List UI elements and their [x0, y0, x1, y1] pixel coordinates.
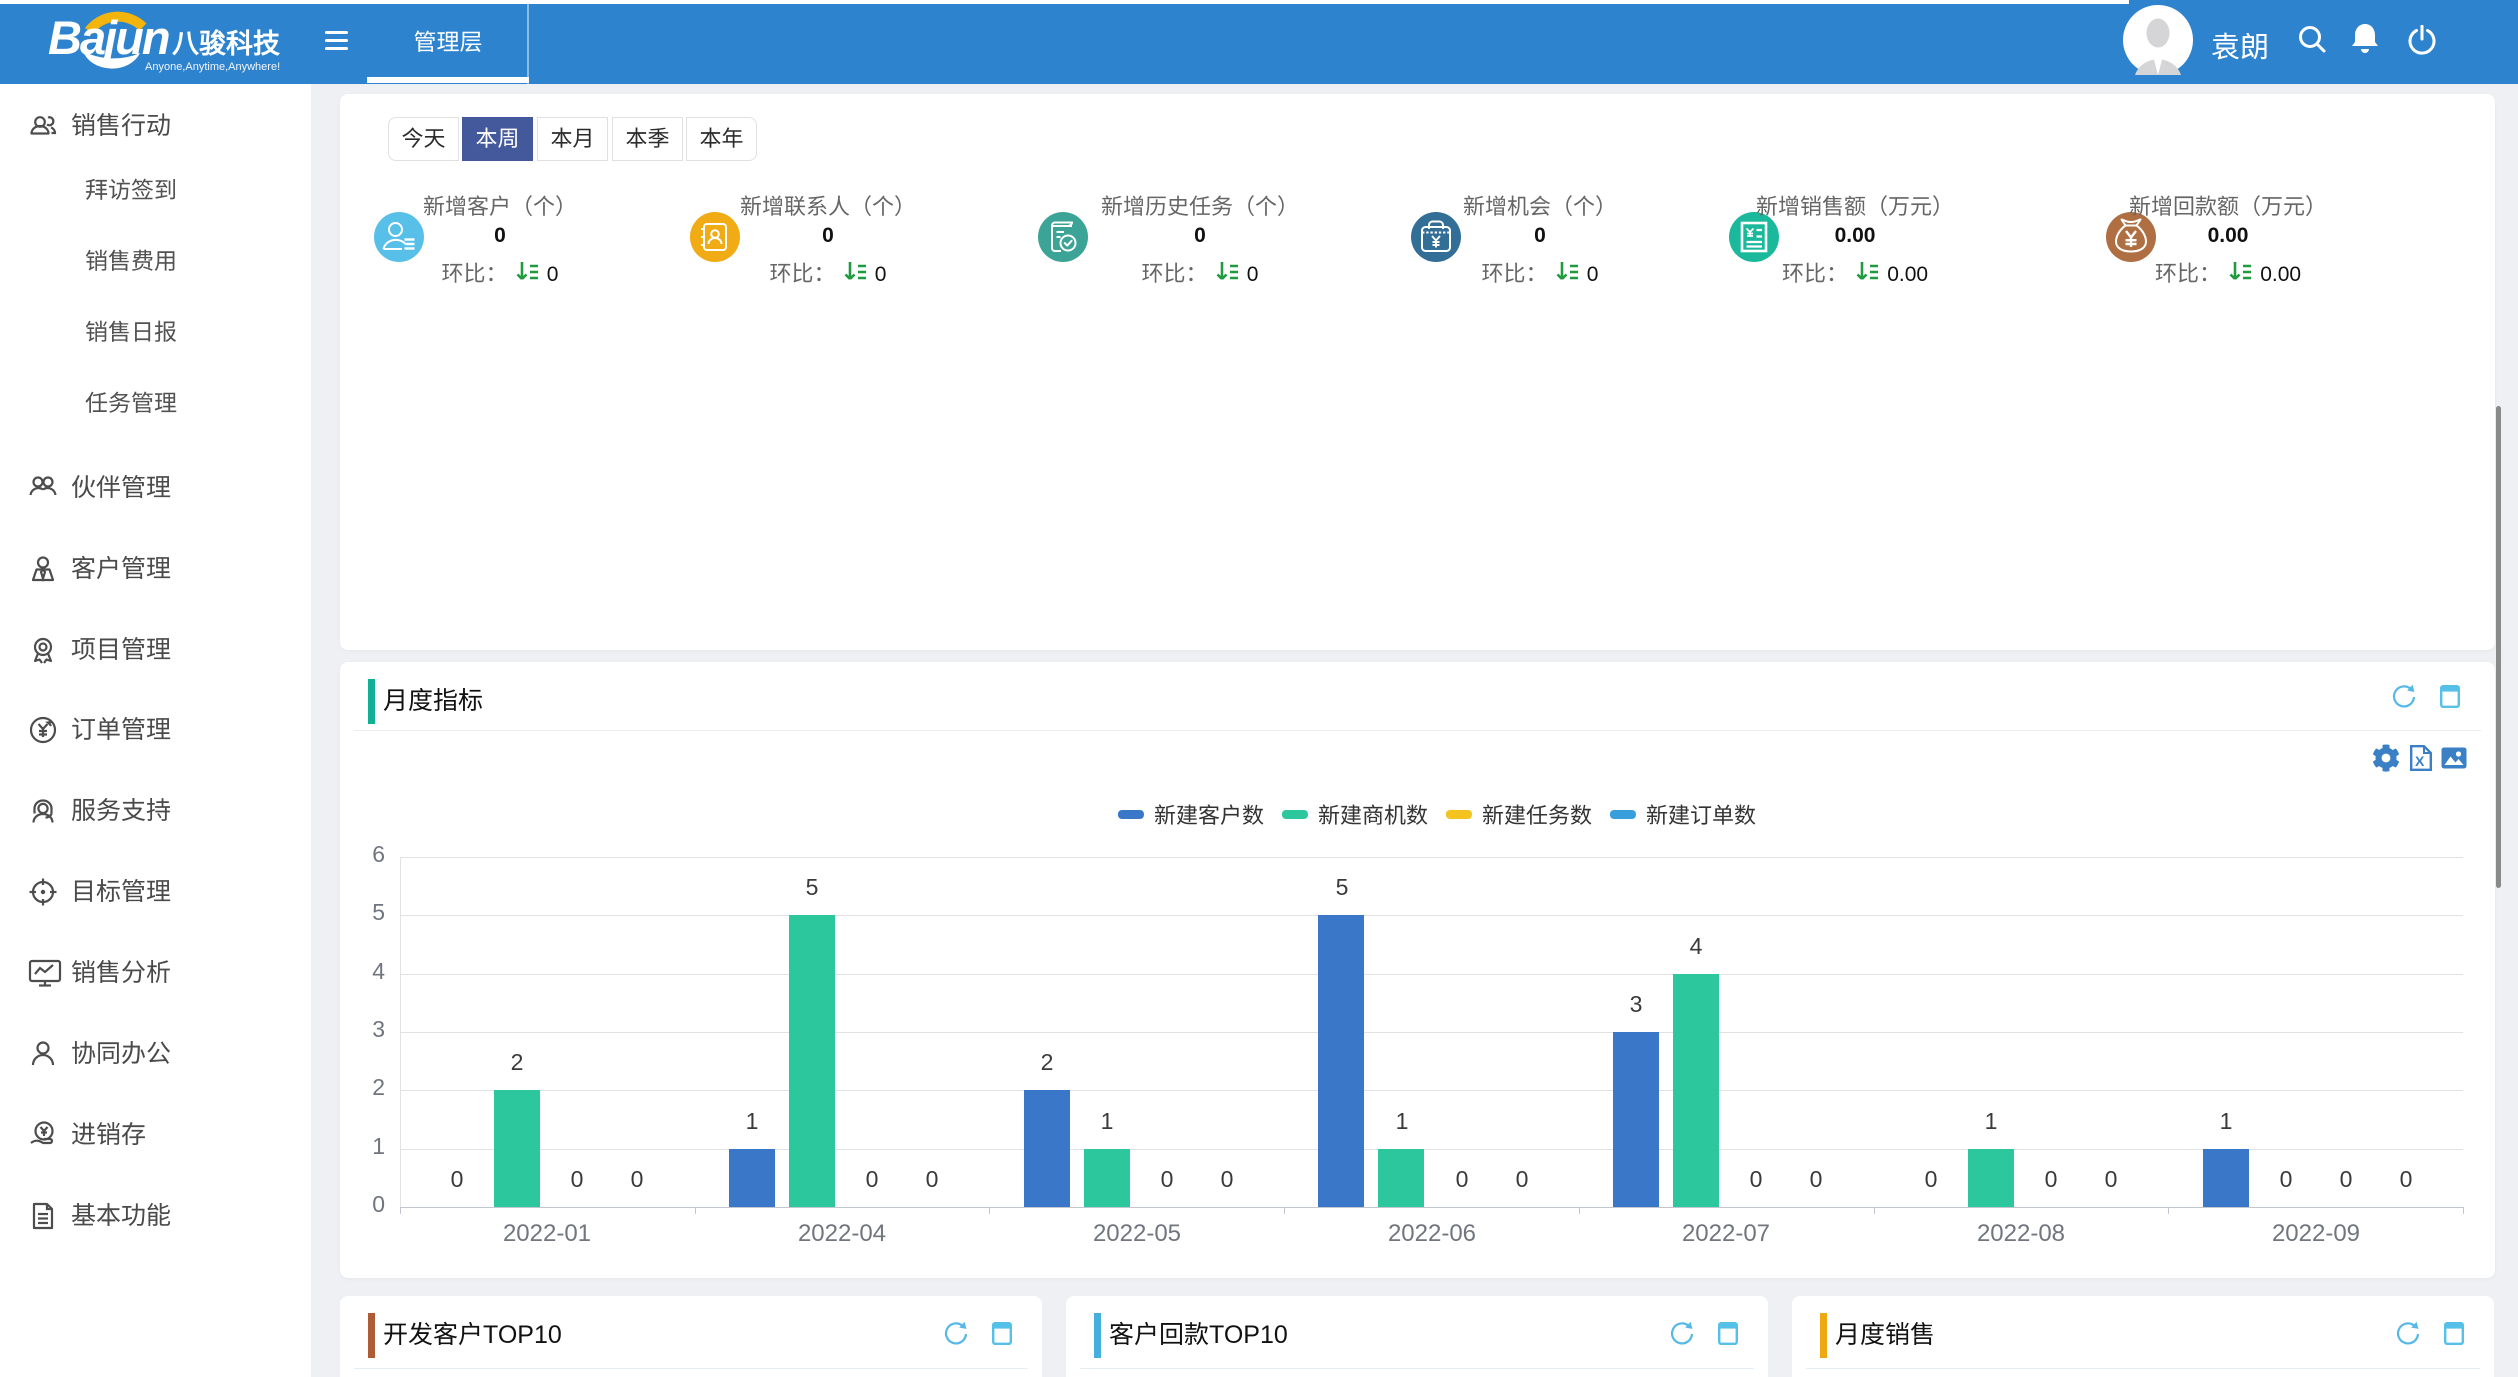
- svg-text:八骏科技: 八骏科技: [172, 22, 280, 61]
- svg-text:Bajun: Bajun: [48, 11, 169, 64]
- svg-text:Anyone,Anytime,Anywhere!: Anyone,Anytime,Anywhere!: [145, 61, 280, 73]
- svg-text:X: X: [2415, 753, 2425, 769]
